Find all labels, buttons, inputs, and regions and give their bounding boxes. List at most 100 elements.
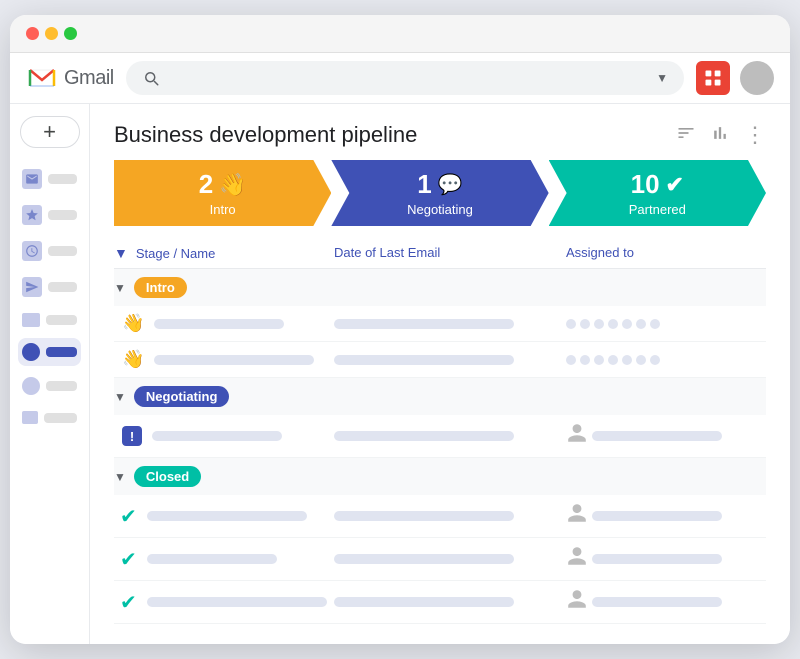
stage-intro-top: 2 👋	[199, 169, 247, 200]
sent-label-bar	[48, 282, 77, 292]
assign-bar-4	[592, 511, 722, 521]
sort-icon[interactable]: ▼	[114, 245, 128, 261]
maximize-button[interactable]	[64, 27, 77, 40]
more-options-icon[interactable]: ⋮	[744, 122, 766, 148]
stage-partnered-content: 10 ✔ Partnered	[629, 169, 686, 217]
dot	[594, 355, 604, 365]
sidebar: +	[10, 104, 90, 644]
user-avatar[interactable]	[740, 61, 774, 95]
stage-partnered-label: Partnered	[629, 202, 686, 217]
cell-assigned-6	[566, 588, 766, 616]
stage-negotiating-top: 1 💬	[417, 169, 462, 200]
table-row[interactable]: !	[114, 415, 766, 458]
date-bar-6	[334, 597, 514, 607]
search-dropdown-icon[interactable]: ▼	[656, 71, 668, 85]
cell-assigned-3	[566, 422, 766, 450]
table-row[interactable]: 👋	[114, 306, 766, 342]
sidebar-item-label[interactable]	[18, 406, 81, 429]
minimize-button[interactable]	[45, 27, 58, 40]
grid-icon	[703, 68, 723, 88]
search-icon	[142, 69, 160, 87]
name-bar-1	[154, 319, 284, 329]
col-stage-label: Stage / Name	[136, 246, 216, 261]
negotiating-badge: Negotiating	[134, 386, 230, 407]
cell-date-6	[334, 597, 566, 607]
dot	[608, 319, 618, 329]
intro-badge: Intro	[134, 277, 187, 298]
stage-negotiating-icon: 💬	[438, 172, 463, 197]
name-bar-3	[152, 431, 282, 441]
sidebar-item-active[interactable]	[18, 338, 81, 366]
label-bar	[44, 413, 77, 423]
closed-badge: Closed	[134, 466, 201, 487]
stage-intro[interactable]: 2 👋 Intro	[114, 160, 331, 226]
star-icon	[22, 205, 42, 225]
drafts-label-bar	[46, 315, 77, 325]
label-box-icon	[22, 411, 38, 424]
clock-icon	[22, 241, 42, 261]
sidebar-item-drafts[interactable]	[18, 308, 81, 332]
group-toggle-closed[interactable]: ▼	[114, 470, 126, 484]
name-bar-4	[147, 511, 307, 521]
sidebar-item-starred[interactable]	[18, 200, 81, 230]
col-header-stage: ▼ Stage / Name	[114, 245, 334, 261]
compose-plus-icon: +	[43, 119, 56, 145]
chart-icon[interactable]	[710, 123, 730, 148]
cell-stage-1: 👋	[114, 313, 334, 334]
stage-intro-label: Intro	[210, 202, 236, 217]
group-toggle-negotiating[interactable]: ▼	[114, 390, 126, 404]
group-toggle-intro[interactable]: ▼	[114, 281, 126, 295]
search-container[interactable]: ▼	[126, 61, 684, 95]
content-header: Business development pipeline ⋮	[90, 104, 790, 160]
col-header-date: Date of Last Email	[334, 244, 566, 262]
cell-stage-2: 👋	[114, 349, 334, 370]
sidebar-item-sent[interactable]	[18, 272, 81, 302]
pipeline-stages: 2 👋 Intro 1 💬 Negotiating	[114, 160, 766, 226]
stage-negotiating-content: 1 💬 Negotiating	[407, 169, 473, 217]
avatar-icon-3	[566, 422, 588, 450]
active-dot-icon	[22, 343, 40, 361]
date-bar-2	[334, 355, 514, 365]
grid-view-button[interactable]	[696, 61, 730, 95]
col-assigned-label: Assigned to	[566, 245, 634, 260]
dot	[650, 355, 660, 365]
filter-icon[interactable]	[676, 123, 696, 148]
stage-negotiating[interactable]: 1 💬 Negotiating	[331, 160, 548, 226]
date-bar-5	[334, 554, 514, 564]
stage-partnered-count: 10	[631, 169, 660, 200]
check-icon-1: ✔	[120, 504, 137, 529]
table-row[interactable]: ✔	[114, 538, 766, 581]
header-actions: ⋮	[676, 122, 766, 148]
cell-date-1	[334, 319, 566, 329]
stage-intro-icon: 👋	[219, 172, 246, 198]
close-button[interactable]	[26, 27, 39, 40]
table-row[interactable]: 👋	[114, 342, 766, 378]
sidebar-item-inbox[interactable]	[18, 164, 81, 194]
avatar-icon-4	[566, 502, 588, 530]
sidebar-item-snoozed[interactable]	[18, 236, 81, 266]
stage-partnered[interactable]: 10 ✔ Partnered	[549, 160, 766, 226]
dot	[636, 355, 646, 365]
col-header-assigned: Assigned to	[566, 244, 766, 262]
cell-assigned-1	[566, 319, 766, 329]
table-row[interactable]: ✔	[114, 581, 766, 624]
inbox-icon	[22, 169, 42, 189]
avatar-icon-5	[566, 545, 588, 573]
stage-intro-content: 2 👋 Intro	[199, 169, 247, 217]
other-dot-icon	[22, 377, 40, 395]
dot	[608, 355, 618, 365]
search-input[interactable]	[168, 70, 648, 86]
table-row[interactable]: ✔	[114, 495, 766, 538]
name-bar-2	[154, 355, 314, 365]
stage-negotiating-count: 1	[417, 169, 431, 200]
sidebar-item-other[interactable]	[18, 372, 81, 400]
starred-label-bar	[48, 210, 77, 220]
handshake-icon-1: 👋	[122, 313, 144, 334]
compose-button[interactable]: +	[20, 116, 80, 148]
app-window: Gmail ▼ +	[10, 15, 790, 644]
check-icon-3: ✔	[120, 590, 137, 615]
dot	[566, 319, 576, 329]
send-icon	[22, 277, 42, 297]
check-icon-2: ✔	[120, 547, 137, 572]
gmail-toolbar: Gmail ▼	[10, 53, 790, 104]
